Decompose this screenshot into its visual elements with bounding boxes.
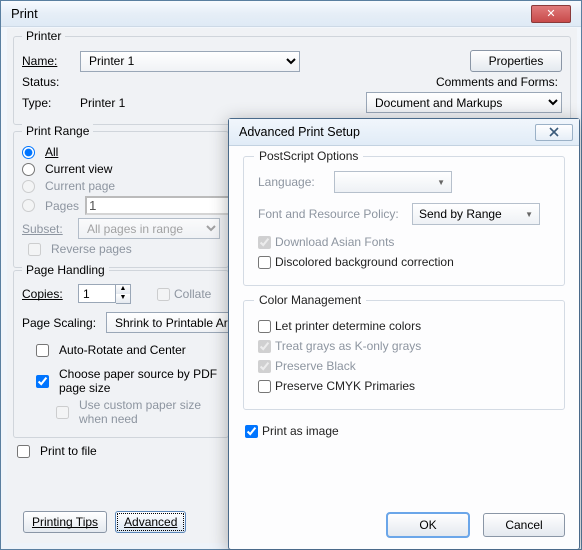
spinner-down-icon[interactable]: ▼	[116, 294, 130, 303]
page-handling-label: Page Handling	[22, 263, 109, 277]
custom-paper-checkbox	[56, 406, 69, 419]
reverse-pages-checkbox	[28, 243, 41, 256]
discolored-label: Discolored background correction	[275, 255, 454, 269]
range-currentview-radio[interactable]	[22, 163, 35, 176]
download-asian-checkbox	[258, 236, 271, 249]
cancel-button[interactable]: Cancel	[483, 513, 565, 537]
print-as-image-checkbox[interactable]	[245, 425, 258, 438]
let-printer-label: Let printer determine colors	[275, 319, 421, 333]
preserve-cmyk-checkbox[interactable]	[258, 380, 271, 393]
window-titlebar: Print ✕	[1, 1, 581, 27]
preserve-black-label: Preserve Black	[275, 359, 356, 373]
range-currentpage-radio	[22, 180, 35, 193]
copies-input[interactable]	[78, 284, 116, 303]
language-combo: ▼	[334, 171, 452, 193]
print-as-image-label: Print as image	[262, 424, 339, 438]
auto-rotate-checkbox[interactable]	[36, 344, 49, 357]
reverse-pages-label: Reverse pages	[51, 242, 132, 256]
spinner-up-icon[interactable]: ▲	[116, 285, 130, 294]
subset-label: Subset:	[22, 222, 72, 236]
range-all-radio[interactable]	[22, 146, 35, 159]
modal-close-button[interactable]	[535, 124, 573, 141]
window-title: Print	[11, 6, 38, 21]
print-dialog: Print ✕ Printer Name: Printer 1 Properti…	[0, 0, 582, 550]
copies-spinner[interactable]: ▲▼	[78, 284, 131, 304]
page-handling-group: Page Handling Copies: ▲▼ Collate Page Sc…	[13, 270, 229, 438]
color-management-group: Color Management Let printer determine c…	[243, 300, 565, 410]
konly-label: Treat grays as K-only grays	[275, 339, 421, 353]
let-printer-checkbox[interactable]	[258, 320, 271, 333]
custom-paper-label: Use custom paper size when need	[79, 398, 220, 426]
range-pages-radio	[22, 199, 35, 212]
collate-checkbox	[157, 288, 170, 301]
range-currentpage-label: Current page	[45, 179, 115, 193]
frp-combo: Send by Range▼	[412, 203, 540, 225]
comments-forms-combo[interactable]: Document and Markups	[366, 92, 562, 113]
konly-checkbox	[258, 340, 271, 353]
close-icon	[548, 127, 560, 137]
page-scaling-label: Page Scaling:	[22, 316, 100, 330]
printer-type-value: Printer 1	[80, 96, 125, 110]
print-range-group: Print Range All Current view Current pag…	[13, 131, 229, 268]
printer-type-label: Type:	[22, 96, 74, 110]
printer-status-label: Status:	[22, 75, 74, 89]
range-currentview-label: Current view	[45, 162, 112, 176]
advanced-button[interactable]: Advanced	[115, 511, 186, 533]
preserve-black-checkbox	[258, 360, 271, 373]
range-all-label: All	[45, 145, 58, 159]
print-range-label: Print Range	[22, 124, 93, 138]
print-to-file-label: Print to file	[40, 444, 97, 458]
collate-label: Collate	[174, 287, 211, 301]
frp-label: Font and Resource Policy:	[258, 207, 406, 221]
subset-combo: All pages in range	[78, 218, 220, 239]
ok-button[interactable]: OK	[387, 513, 469, 537]
printer-name-combo[interactable]: Printer 1	[80, 51, 300, 72]
postscript-options-group: PostScript Options Language: ▼ Font and …	[243, 156, 565, 286]
print-to-file-checkbox[interactable]	[17, 445, 30, 458]
modal-titlebar: Advanced Print Setup	[229, 119, 579, 146]
printer-group: Printer Name: Printer 1 Properties Statu…	[13, 36, 571, 125]
window-close-button[interactable]: ✕	[531, 5, 571, 23]
properties-button[interactable]: Properties	[470, 50, 562, 72]
postscript-options-label: PostScript Options	[254, 149, 363, 163]
discolored-checkbox[interactable]	[258, 256, 271, 269]
color-management-label: Color Management	[254, 293, 366, 307]
printing-tips-button[interactable]: Printing Tips	[23, 511, 107, 533]
printer-name-label: Name:	[22, 54, 74, 68]
auto-rotate-label: Auto-Rotate and Center	[59, 343, 186, 357]
language-label: Language:	[258, 175, 328, 189]
download-asian-label: Download Asian Fonts	[275, 235, 394, 249]
copies-label: Copies:	[22, 287, 72, 301]
range-pages-label: Pages	[45, 199, 79, 213]
preserve-cmyk-label: Preserve CMYK Primaries	[275, 379, 415, 393]
comments-forms-label: Comments and Forms:	[436, 75, 558, 89]
choose-paper-label: Choose paper source by PDF page size	[59, 367, 220, 395]
advanced-print-setup-dialog: Advanced Print Setup PostScript Options …	[228, 118, 580, 550]
printer-group-label: Printer	[22, 29, 65, 43]
modal-title: Advanced Print Setup	[239, 125, 360, 139]
choose-paper-checkbox[interactable]	[36, 375, 49, 388]
